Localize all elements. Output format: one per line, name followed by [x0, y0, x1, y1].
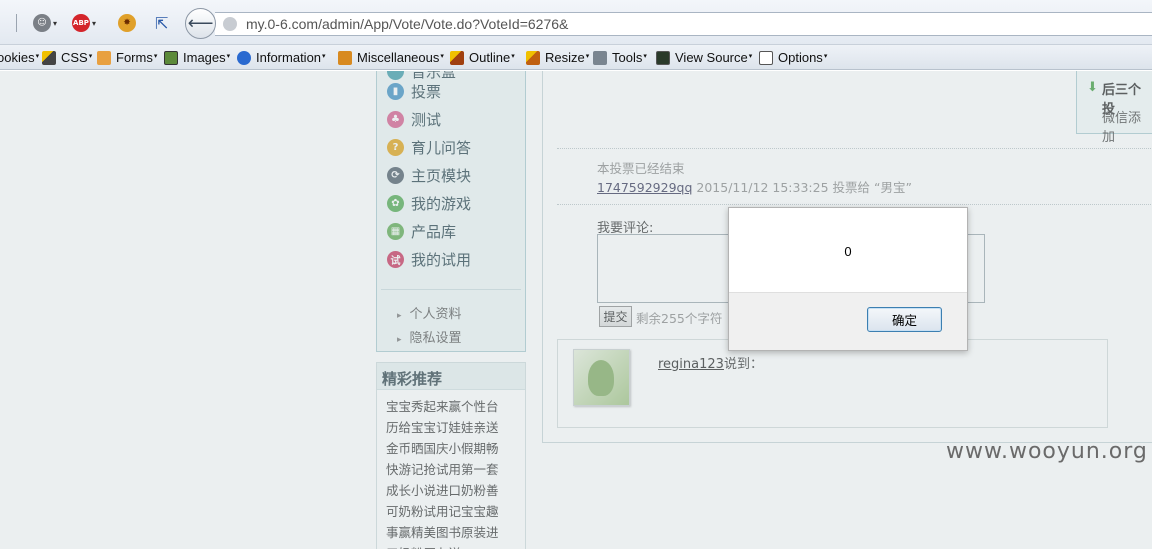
menu-label: Options — [778, 50, 823, 65]
menu-css[interactable]: CSS ▾ — [42, 49, 92, 66]
menu-label: CSS — [61, 50, 88, 65]
address-bar[interactable]: my.0-6.com/admin/App/Vote/Vote.do?VoteId… — [215, 12, 1152, 36]
menu-images[interactable]: Images ▾ — [164, 49, 230, 66]
misc-icon — [338, 50, 352, 65]
back-button[interactable]: ⟵ — [185, 8, 216, 39]
info-icon — [237, 50, 251, 65]
menu-options[interactable]: Options ▾ — [759, 49, 827, 66]
menu-label: Information — [256, 50, 322, 65]
menu-label: ookies — [0, 50, 35, 65]
greasemonkey-icon: ☺ — [33, 14, 51, 32]
adblock-icon: ABP — [72, 14, 90, 32]
menu-tools[interactable]: Tools ▾ — [593, 49, 647, 66]
menu-information[interactable]: Information ▾ — [237, 49, 326, 66]
firebug-icon: ✸ — [118, 14, 136, 32]
menu-label: Tools — [612, 50, 643, 65]
tools-icon — [593, 50, 607, 65]
menu-cookies[interactable]: ookies ▾ — [0, 49, 39, 66]
alert-message: 0 — [844, 244, 852, 259]
toolbar-separator — [16, 14, 17, 32]
firebug-button[interactable]: ✸ — [118, 13, 136, 33]
menu-outline[interactable]: Outline ▾ — [450, 49, 515, 66]
alert-dialog: 0 确定 — [728, 207, 968, 351]
ok-button[interactable]: 确定 — [867, 307, 942, 332]
menu-label: Miscellaneous — [357, 50, 440, 65]
menu-resize[interactable]: Resize ▾ — [526, 49, 589, 66]
inspect-icon: ⇱ — [155, 13, 169, 33]
forms-icon — [97, 50, 111, 65]
menu-label: Forms — [116, 50, 153, 65]
resize-icon — [526, 50, 540, 65]
menu-view-source[interactable]: View Source ▾ — [656, 49, 752, 66]
css-pencil-icon — [42, 50, 56, 65]
adblock-button[interactable]: ABP ▾ — [72, 13, 96, 33]
greasemonkey-button[interactable]: ☺ ▾ — [33, 13, 57, 33]
modal-overlay — [0, 71, 1152, 549]
browser-toolbar: ☺ ▾ ABP ▾ ✸ ⇱ my.0-6.com/admin/App/Vote/Vo… — [0, 0, 1152, 45]
options-icon — [759, 50, 773, 65]
view-source-icon — [656, 50, 670, 65]
menu-label: Images — [183, 50, 226, 65]
back-arrow-icon: ⟵ — [187, 13, 214, 34]
menu-label: Outline — [469, 50, 511, 65]
url-text[interactable]: my.0-6.com/admin/App/Vote/Vote.do?VoteId… — [246, 16, 568, 32]
outline-pencil-icon — [450, 50, 464, 65]
alert-footer: 确定 — [729, 292, 967, 350]
web-developer-toolbar: ookies ▾ CSS ▾ Forms ▾ Images ▾ Information ▾… — [0, 45, 1152, 70]
inspect-button[interactable]: ⇱ — [155, 13, 168, 33]
globe-icon — [223, 17, 237, 31]
menu-label: Resize — [545, 50, 585, 65]
menu-forms[interactable]: Forms ▾ — [97, 49, 157, 66]
menu-miscellaneous[interactable]: Miscellaneous ▾ — [338, 49, 444, 66]
images-icon — [164, 50, 178, 65]
menu-label: View Source — [675, 50, 748, 65]
watermark: www.wooyun.org — [946, 439, 1148, 464]
